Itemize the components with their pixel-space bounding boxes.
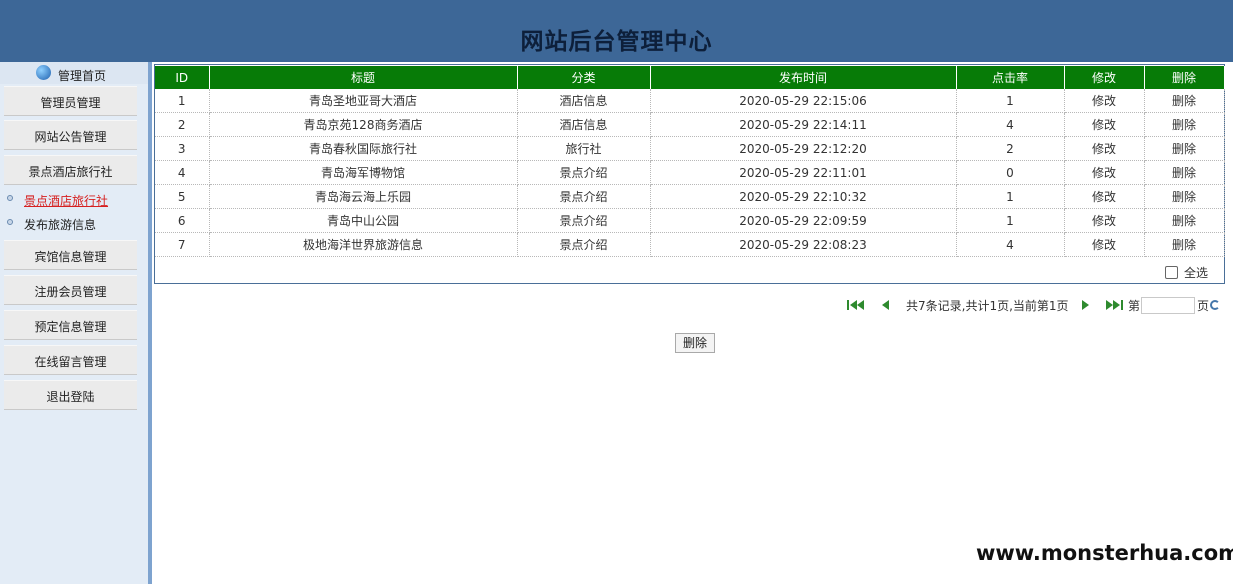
- cell-category: 景点介绍: [517, 208, 651, 233]
- sidebar-item-admin[interactable]: 管理员管理: [4, 86, 137, 116]
- cell-category: 景点介绍: [517, 160, 651, 185]
- delete-link[interactable]: 删除: [1144, 89, 1225, 113]
- cell-category: 旅行社: [517, 136, 651, 161]
- select-all[interactable]: 全选: [1164, 264, 1208, 281]
- table-row: 1 青岛圣地亚哥大酒店 酒店信息 2020-05-29 22:15:06 1 修…: [155, 89, 1225, 113]
- table-row: 2 青岛京苑128商务酒店 酒店信息 2020-05-29 22:14:11 4…: [155, 112, 1225, 137]
- delete-link[interactable]: 删除: [1144, 136, 1225, 161]
- cell-time: 2020-05-29 22:09:59: [650, 208, 957, 233]
- sidebar-item-scenic-hotel-agency[interactable]: 景点酒店旅行社: [4, 155, 137, 185]
- sidebar-home-label: 管理首页: [58, 69, 107, 83]
- table-row: 6 青岛中山公园 景点介绍 2020-05-29 22:09:59 1 修改 删…: [155, 208, 1225, 233]
- cell-clicks: 0: [956, 160, 1065, 185]
- cell-clicks: 1: [956, 184, 1065, 209]
- cell-id: 1: [155, 89, 210, 113]
- edit-link[interactable]: 修改: [1064, 136, 1145, 161]
- cell-title: 青岛春秋国际旅行社: [209, 136, 518, 161]
- cell-id: 3: [155, 136, 210, 161]
- column-header: 修改: [1064, 66, 1145, 89]
- sidebar-item-reservations[interactable]: 预定信息管理: [4, 310, 137, 340]
- cell-title: 青岛海云海上乐园: [209, 184, 518, 209]
- cell-title: 青岛京苑128商务酒店: [209, 112, 518, 137]
- column-header: 点击率: [956, 66, 1065, 89]
- bullet-icon: [7, 195, 13, 201]
- cell-time: 2020-05-29 22:15:06: [650, 89, 957, 113]
- sidebar-subitem-publish-travel[interactable]: 发布旅游信息: [0, 214, 148, 232]
- pager-summary: 共7条记录,共计1页,当前第1页: [906, 299, 1069, 313]
- cell-id: 5: [155, 184, 210, 209]
- table-row: 7 极地海洋世界旅游信息 景点介绍 2020-05-29 22:08:23 4 …: [155, 232, 1225, 257]
- table-header-row: ID 标题 分类 发布时间 点击率 修改 删除: [155, 66, 1225, 89]
- refresh-icon[interactable]: [1210, 300, 1220, 310]
- cell-title: 青岛海军博物馆: [209, 160, 518, 185]
- cell-title: 青岛中山公园: [209, 208, 518, 233]
- goto-prefix: 第: [1128, 299, 1141, 313]
- next-page-icon[interactable]: [1082, 300, 1089, 310]
- column-header: 标题: [209, 66, 518, 89]
- sidebar-item-hotel-info[interactable]: 宾馆信息管理: [4, 240, 137, 270]
- edit-link[interactable]: 修改: [1064, 184, 1145, 209]
- edit-link[interactable]: 修改: [1064, 208, 1145, 233]
- content-panel: ID 标题 分类 发布时间 点击率 修改 删除 1 青岛圣地亚哥大酒店 酒店信息…: [154, 64, 1225, 284]
- cell-category: 景点介绍: [517, 232, 651, 257]
- delete-link[interactable]: 删除: [1144, 184, 1225, 209]
- sidebar-home[interactable]: 管理首页: [0, 62, 148, 84]
- column-header: 分类: [517, 66, 651, 89]
- cell-category: 景点介绍: [517, 184, 651, 209]
- watermark: www.monsterhua.com: [973, 537, 1233, 584]
- cell-id: 7: [155, 232, 210, 257]
- prev-page-icon[interactable]: [882, 300, 889, 310]
- cell-id: 4: [155, 160, 210, 185]
- cell-clicks: 4: [956, 112, 1065, 137]
- column-header: 发布时间: [650, 66, 957, 89]
- page-number-input[interactable]: [1141, 297, 1195, 314]
- cell-time: 2020-05-29 22:11:01: [650, 160, 957, 185]
- info-table: ID 标题 分类 发布时间 点击率 修改 删除 1 青岛圣地亚哥大酒店 酒店信息…: [155, 66, 1225, 257]
- cell-id: 6: [155, 208, 210, 233]
- select-all-checkbox[interactable]: [1164, 266, 1178, 279]
- delete-link[interactable]: 删除: [1144, 208, 1225, 233]
- cell-time: 2020-05-29 22:14:11: [650, 112, 957, 137]
- table-row: 3 青岛春秋国际旅行社 旅行社 2020-05-29 22:12:20 2 修改…: [155, 136, 1225, 161]
- header-bar: 网站后台管理中心: [0, 0, 1233, 62]
- cell-title: 极地海洋世界旅游信息: [209, 232, 518, 257]
- column-header: 删除: [1144, 66, 1225, 89]
- sidebar: 管理首页 管理员管理 网站公告管理 景点酒店旅行社 景点酒店旅行社 发布旅游信息…: [0, 62, 152, 584]
- delete-link[interactable]: 删除: [1144, 160, 1225, 185]
- edit-link[interactable]: 修改: [1064, 112, 1145, 137]
- cell-clicks: 1: [956, 89, 1065, 113]
- sidebar-item-announcements[interactable]: 网站公告管理: [4, 120, 137, 150]
- delete-button[interactable]: 删除: [675, 333, 715, 353]
- sidebar-item-logout[interactable]: 退出登陆: [4, 380, 137, 410]
- cell-title: 青岛圣地亚哥大酒店: [209, 89, 518, 113]
- cell-time: 2020-05-29 22:12:20: [650, 136, 957, 161]
- edit-link[interactable]: 修改: [1064, 160, 1145, 185]
- cell-clicks: 1: [956, 208, 1065, 233]
- table-row: 5 青岛海云海上乐园 景点介绍 2020-05-29 22:10:32 1 修改…: [155, 184, 1225, 209]
- cell-time: 2020-05-29 22:10:32: [650, 184, 957, 209]
- table-row: 4 青岛海军博物馆 景点介绍 2020-05-29 22:11:01 0 修改 …: [155, 160, 1225, 185]
- globe-icon: [36, 65, 51, 80]
- goto-suffix: 页: [1197, 299, 1210, 313]
- sidebar-item-messages[interactable]: 在线留言管理: [4, 345, 137, 375]
- cell-clicks: 4: [956, 232, 1065, 257]
- edit-link[interactable]: 修改: [1064, 89, 1145, 113]
- cell-id: 2: [155, 112, 210, 137]
- delete-link[interactable]: 删除: [1144, 112, 1225, 137]
- column-header: ID: [155, 66, 210, 89]
- edit-link[interactable]: 修改: [1064, 232, 1145, 257]
- delete-link[interactable]: 删除: [1144, 232, 1225, 257]
- sidebar-item-members[interactable]: 注册会员管理: [4, 275, 137, 305]
- select-all-label: 全选: [1183, 266, 1208, 280]
- watermark-text: www.monsterhua.com: [976, 541, 1233, 565]
- bullet-icon: [7, 219, 13, 225]
- cell-category: 酒店信息: [517, 89, 651, 113]
- sidebar-subitem-scenic-hotel-agency[interactable]: 景点酒店旅行社: [0, 190, 148, 208]
- cell-time: 2020-05-29 22:08:23: [650, 232, 957, 257]
- cell-category: 酒店信息: [517, 112, 651, 137]
- cell-clicks: 2: [956, 136, 1065, 161]
- page-title: 网站后台管理中心: [520, 29, 713, 55]
